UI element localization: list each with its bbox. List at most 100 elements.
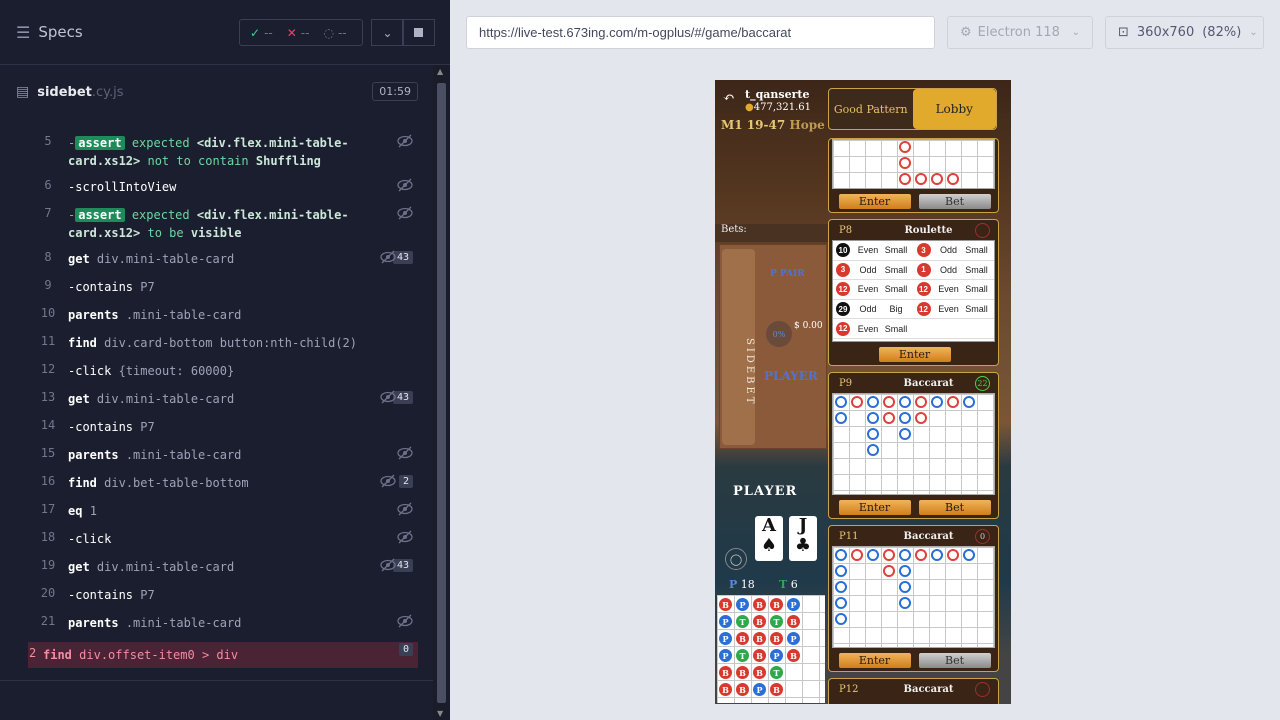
road-grid xyxy=(832,139,995,189)
ppair-zone[interactable]: P PAIR xyxy=(770,269,805,279)
bead-result: B xyxy=(753,666,766,679)
roulette-results: 10 Even Small 3 Odd Small 3 Odd Small 1 Odd Small 12… xyxy=(832,240,995,342)
roulette-ball: 12 xyxy=(836,282,850,297)
command-text: -contains P7 xyxy=(68,280,155,294)
viewport-size: 360x760 xyxy=(1136,25,1195,40)
command-row[interactable]: 22 find div.offset-item0 > div 0 xyxy=(28,642,418,668)
command-row[interactable]: 10 parents .mini-table-card xyxy=(28,306,418,324)
bead-result: P xyxy=(719,615,732,628)
chat-icon[interactable]: ◯ xyxy=(725,548,747,570)
mini-table-card-p11: P11 Baccarat 0 Enter Bet xyxy=(828,525,999,672)
bet-button[interactable]: Bet xyxy=(918,653,991,668)
enter-button[interactable]: Enter xyxy=(838,653,911,668)
command-row[interactable]: 17 eq 1 xyxy=(28,502,418,520)
command-number: 12 xyxy=(40,362,56,376)
bet-button[interactable]: Bet xyxy=(918,500,991,515)
tab-good-pattern[interactable]: Good Pattern xyxy=(829,89,913,129)
enter-button[interactable]: Enter xyxy=(838,500,911,515)
roulette-ball: 1 xyxy=(916,262,931,277)
roulette-ball: 3 xyxy=(916,243,931,258)
enter-button[interactable]: Enter xyxy=(878,347,951,362)
command-text: parents .mini-table-card xyxy=(68,308,242,322)
table-list-panel: Good Pattern Lobby Enter Bet P8 Roulette… xyxy=(828,88,999,704)
table-game: Baccarat xyxy=(903,377,954,389)
bead-result: B xyxy=(770,683,783,696)
room-info: M1 19-47 Hope xyxy=(721,118,825,132)
command-number: 22 xyxy=(28,646,37,660)
command-row[interactable]: 12 -click {timeout: 60000} xyxy=(28,362,418,380)
eye-slash-icon xyxy=(380,474,396,488)
chip-percent: 0% xyxy=(766,321,792,347)
bead-result: P xyxy=(753,683,766,696)
bead-result: T xyxy=(770,666,783,679)
tab-lobby[interactable]: Lobby xyxy=(912,89,996,129)
command-row[interactable]: 16 find div.bet-table-bottom 2 xyxy=(28,474,418,492)
command-row[interactable]: 21 parents .mini-table-card xyxy=(28,614,418,632)
command-number: 21 xyxy=(40,614,56,628)
pending-icon: ◌ xyxy=(323,25,334,40)
stop-button[interactable] xyxy=(402,19,435,46)
browser-selector[interactable]: ⚙ Electron 118 ⌄ xyxy=(947,16,1093,49)
bet-button[interactable]: Bet xyxy=(918,194,991,209)
specs-title: Specs xyxy=(38,23,83,41)
command-row[interactable]: 15 parents .mini-table-card xyxy=(28,446,418,464)
status-badge: 0 xyxy=(975,529,990,544)
command-row[interactable]: 11 find div.card-bottom button:nth-child(… xyxy=(28,334,418,352)
size-label: Small xyxy=(965,245,988,256)
command-number: 20 xyxy=(40,586,56,600)
road-grid xyxy=(832,393,995,495)
table-code: P12 xyxy=(839,683,859,695)
spec-file-bar: ▤ sidebet.cy.js 01:59 xyxy=(16,76,418,108)
command-text: find div.bet-table-bottom xyxy=(68,476,249,490)
table-code: P9 xyxy=(839,377,853,389)
command-text: - assert expected <div.flex.mini-table-ca… xyxy=(68,208,349,240)
pending-count: -- xyxy=(337,25,347,40)
back-icon[interactable]: ↶ xyxy=(723,90,735,106)
command-number: 9 xyxy=(44,278,52,292)
browser-name: Electron 118 xyxy=(977,25,1060,40)
command-row[interactable]: 19 get div.mini-table-card 43 xyxy=(28,558,418,576)
command-row[interactable]: 13 get div.mini-table-card 43 xyxy=(28,390,418,408)
bead-result: P xyxy=(719,649,732,662)
eye-slash-icon xyxy=(397,502,413,516)
bead-result: B xyxy=(770,598,783,611)
viewport-info[interactable]: ⊡ 360x760 (82%) ⌄ xyxy=(1105,16,1264,49)
command-number: 14 xyxy=(40,418,56,432)
command-number: 16 xyxy=(40,474,56,488)
command-row[interactable]: 5 - assert expected <div.flex.mini-table-c… xyxy=(28,134,418,170)
bead-result: B xyxy=(787,615,800,628)
bet-board[interactable]: SIDEBET P PAIR 0% $ 0.00 PLAYER xyxy=(719,244,827,449)
specs-list-icon[interactable]: ☰ xyxy=(16,23,30,42)
size-label: Small xyxy=(884,284,908,295)
parity-label: Odd xyxy=(859,264,877,275)
bets-label: Bets: xyxy=(715,224,830,242)
eye-slash-icon xyxy=(397,614,413,628)
status-badge xyxy=(975,223,990,238)
enter-button[interactable]: Enter xyxy=(838,194,911,209)
eye-slash-icon xyxy=(397,134,413,148)
command-row[interactable]: 20 -contains P7 xyxy=(28,586,418,604)
sidebet-button[interactable]: SIDEBET xyxy=(722,249,755,445)
command-text: find div.card-bottom button:nth-child(2) xyxy=(68,336,358,350)
command-row[interactable]: 18 -click xyxy=(28,530,418,548)
roulette-row: 3 Odd Small 1 Odd Small xyxy=(833,261,994,281)
player-zone[interactable]: PLAYER xyxy=(764,369,818,383)
username: t_qanserte xyxy=(745,88,810,101)
command-row[interactable]: 8 get div.mini-table-card 43 xyxy=(28,250,418,268)
roulette-ball: 12 xyxy=(836,321,850,336)
command-row[interactable]: 14 -contains P7 xyxy=(28,418,418,436)
command-number: 18 xyxy=(40,530,56,544)
command-log-scrollbar[interactable]: ▲ ▼ xyxy=(433,65,450,720)
scroll-thumb[interactable] xyxy=(437,83,446,703)
url-bar[interactable]: https://live-test.673ing.com/m-ogplus/#/… xyxy=(466,16,935,49)
command-log[interactable]: 5 - assert expected <div.flex.mini-table-c… xyxy=(28,116,418,674)
element-count-badge: 2 xyxy=(398,475,413,488)
parity-label: Even xyxy=(857,323,879,334)
command-row[interactable]: 7 - assert expected <div.flex.mini-table-c… xyxy=(28,206,418,242)
aut-preview: https://live-test.673ing.com/m-ogplus/#/… xyxy=(450,0,1280,720)
chevron-down-button[interactable]: ⌄ xyxy=(371,19,404,46)
command-row[interactable]: 6 -scrollIntoView xyxy=(28,178,418,196)
command-number: 19 xyxy=(40,558,56,572)
browser-icon: ⚙ xyxy=(960,25,972,40)
command-row[interactable]: 9 -contains P7 xyxy=(28,278,418,296)
